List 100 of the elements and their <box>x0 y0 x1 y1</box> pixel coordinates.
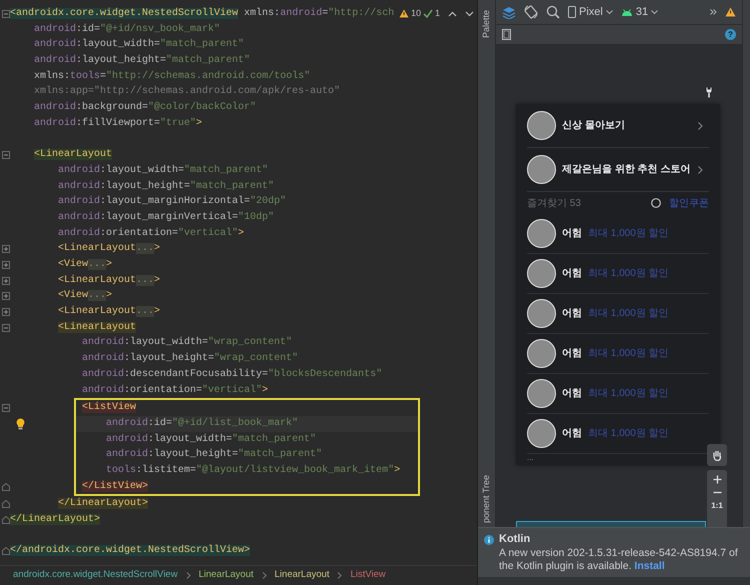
code-line: android:layout_width="match_parent" <box>106 432 316 447</box>
warning-icon[interactable] <box>725 7 736 17</box>
wrench-icon[interactable] <box>706 87 712 98</box>
code-line: <LinearLayout...> <box>58 274 160 288</box>
code-line: android:layout_height="wrap_content" <box>82 352 298 366</box>
photo-placeholder <box>527 419 556 448</box>
help-button[interactable]: ? <box>725 29 736 40</box>
code-line: <View...> <box>58 288 112 304</box>
side-tab[interactable]: ponent Tree <box>480 474 494 523</box>
chevron-right-icon <box>698 122 703 130</box>
chevron-right-icon <box>337 572 342 579</box>
expand-icon[interactable] <box>2 261 10 269</box>
side-tab[interactable]: Palette <box>480 10 494 38</box>
section-label: 즐겨찾기 53 <box>527 196 582 210</box>
warning-count: 10 <box>410 7 421 20</box>
more-indicator: ... <box>527 454 535 462</box>
fold-end-icon[interactable] <box>2 500 10 508</box>
item-name: 어험 <box>562 387 582 401</box>
chevron-down-icon[interactable] <box>465 10 474 17</box>
discount-label: 최대 1,000원 할인 <box>588 227 669 241</box>
discount-label: 최대 1,000원 할인 <box>588 347 669 361</box>
code-line: android:descendantFocusability="blocksDescendants" <box>82 368 382 382</box>
expand-icon[interactable] <box>2 308 10 316</box>
list-item[interactable]: 어험 최대 1,000원 할인 <box>527 374 709 414</box>
item-name: 어험 <box>562 227 582 241</box>
code-line: android:layout_marginHorizontal="20dp" <box>58 194 286 210</box>
blueprint-icon[interactable] <box>502 29 511 40</box>
expand-icon[interactable] <box>2 292 10 300</box>
notification-message: A new version 202-1.5.31-release-542-AS8194.7 of the Kotlin plugin is available. Install <box>499 547 739 573</box>
menu-label: 제갈은님을 위한 추천 스토어 <box>562 163 692 177</box>
fold-end-icon[interactable] <box>2 516 10 524</box>
photo-placeholder <box>527 219 556 248</box>
code-line: <LinearLayout...> <box>58 304 160 320</box>
check-icon <box>422 9 433 18</box>
code-line: android:layout_height="match_parent" <box>34 54 250 68</box>
list-item[interactable]: 어험 최대 1,000원 할인 <box>527 294 709 334</box>
item-name: 어험 <box>562 427 582 441</box>
code-line: android:layout_height="match_parent" <box>58 180 274 194</box>
menu-row[interactable]: 신상 몰아보기 <box>527 104 709 148</box>
code-line: <LinearLayout...> <box>58 242 160 256</box>
photo-placeholder <box>527 339 556 368</box>
code-line: xmlns:tools="http://schemas.android.com/tools" <box>34 70 310 84</box>
layers-icon[interactable] <box>502 6 516 18</box>
photo-placeholder <box>527 379 556 408</box>
list-item[interactable]: 어험 최대 1,000원 할인 <box>527 254 709 294</box>
chevron-down-icon <box>606 10 613 14</box>
device-dropdown[interactable]: Pixel <box>568 4 613 20</box>
discount-label: 최대 1,000원 할인 <box>588 307 669 321</box>
discount-label: 최대 1,000원 할인 <box>588 267 669 281</box>
menu-row[interactable]: 제갈은님을 위한 추천 스토어 <box>527 148 709 192</box>
breadcrumb[interactable]: ListView <box>350 568 386 583</box>
breadcrumb[interactable]: LinearLayout <box>198 568 254 583</box>
lightbulb-icon[interactable] <box>16 418 25 430</box>
collapse-icon[interactable] <box>2 10 10 18</box>
code-line: android:orientation="vertical"> <box>82 384 268 398</box>
zoom-reset-button[interactable]: 1:1 <box>711 501 723 510</box>
expand-icon[interactable] <box>2 245 10 254</box>
collapse-icon[interactable] <box>2 151 10 160</box>
item-name: 어험 <box>562 307 582 321</box>
collapse-icon[interactable] <box>2 404 10 412</box>
chevron-up-icon[interactable] <box>448 10 457 17</box>
fold-end-icon[interactable] <box>2 482 10 491</box>
chevron-right-icon <box>186 572 191 579</box>
discount-label: 최대 1,000원 할인 <box>588 427 669 441</box>
rotate-icon[interactable] <box>524 5 538 19</box>
code-line: xmlns:app="http://schemas.android.com/apk/res-auto" <box>34 84 340 100</box>
api-level-dropdown[interactable]: 31 <box>620 4 658 20</box>
code-line: android:layout_width="match_parent" <box>34 38 244 52</box>
code-line: android:background="@color/backColor" <box>34 100 256 116</box>
code-line: android:fillViewport="true"> <box>34 116 202 131</box>
code-line: android:id="@+id/list_book_mark" <box>106 416 298 431</box>
fold-end-icon[interactable] <box>2 547 10 556</box>
code-line: <androidx.core.widget.NestedScrollView xmlns:android="http://sch <box>10 6 394 21</box>
discount-label: 최대 1,000원 할인 <box>588 387 669 401</box>
code-line: <View...> <box>58 258 112 272</box>
list-item[interactable]: 어험 최대 1,000원 할인 <box>527 414 709 454</box>
pan-button[interactable] <box>707 444 727 466</box>
collapse-icon[interactable] <box>2 324 10 332</box>
chevron-right-icon <box>698 166 703 174</box>
photo-placeholder <box>527 111 556 140</box>
photo-placeholder <box>527 155 556 184</box>
hand-icon <box>712 450 722 460</box>
item-name: 어험 <box>562 267 582 281</box>
photo-placeholder <box>527 259 556 288</box>
chevron-down-icon <box>651 10 658 14</box>
double-chevron-icon[interactable] <box>710 9 717 15</box>
breadcrumb[interactable]: androidx.core.widget.NestedScrollView <box>13 568 178 583</box>
code-line: android:layout_height="match_parent" <box>106 448 322 462</box>
chevron-right-icon <box>262 572 267 579</box>
plus-icon[interactable] <box>712 475 722 484</box>
item-name: 어험 <box>562 347 582 361</box>
expand-icon[interactable] <box>2 276 10 285</box>
breadcrumb[interactable]: LinearLayout <box>274 568 330 583</box>
radio-icon[interactable] <box>651 198 661 208</box>
magnifier-icon[interactable] <box>546 5 560 19</box>
list-item[interactable]: 어험 최대 1,000원 할인 <box>527 214 709 254</box>
minus-icon[interactable] <box>712 491 722 494</box>
list-item[interactable]: 어험 최대 1,000원 할인 <box>527 334 709 374</box>
photo-placeholder <box>527 299 556 328</box>
menu-label: 신상 몰아보기 <box>562 119 626 133</box>
